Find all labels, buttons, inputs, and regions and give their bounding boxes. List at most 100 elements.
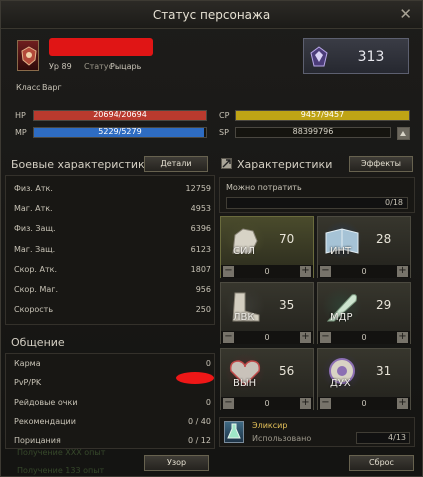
attribute-stepper: − 0 + [221,397,313,410]
social-value: 0 / 40 [187,416,211,426]
social-row: Карма 0 [14,355,211,374]
attribute-alloc-value: 0 [264,399,270,408]
status-label: Статус [84,62,113,71]
elixir-bar: 4/13 [356,432,410,444]
mp-bar: 5229/5279 [33,127,207,138]
decrease-button[interactable]: − [320,266,331,277]
character-header: Ур 89 Статус Рыцарь 313 [11,35,413,77]
social-value: 0 [205,359,211,368]
reset-button[interactable]: Сброс [349,455,414,471]
attribute-value: 31 [376,364,392,378]
attribute-tile[interactable]: ВЫН 56 − 0 + [220,348,314,410]
class-label: Класс [16,83,41,92]
social-panel: Карма 0 PvP/PK Рейдовые очки 0 Рекомендации 0 … [5,353,215,449]
decrease-button[interactable]: − [223,398,234,409]
effects-button[interactable]: Эффекты [349,156,413,172]
pattern-button[interactable]: Узор [144,455,209,471]
attribute-abbr: ДУХ [330,378,351,389]
decrease-button[interactable]: − [320,398,331,409]
attribute-tile[interactable]: ЛВК 35 − 0 + [220,282,314,344]
close-icon[interactable]: ✕ [399,5,412,23]
mp-label: MP [15,128,27,137]
elixir-panel: Эликсир Использовано 4/13 [219,417,415,447]
hp-label: HP [15,111,26,120]
class-value: Варг [42,83,62,92]
social-row: Рейдовые очки 0 [14,394,211,413]
character-status-window: Статус персонажа ✕ Ур 89 Статус Рыцарь 3… [0,0,423,477]
attributes-toggle-icon[interactable] [221,158,232,169]
combat-stat-row: Скор. Атк. 1807 [14,261,211,280]
attribute-tile[interactable]: МДР 29 − 0 + [317,282,411,344]
social-value: 0 [205,397,211,407]
class-portrait-icon [17,40,39,71]
attribute-tile[interactable]: ДУХ 31 − 0 + [317,348,411,410]
combat-stat-value: 956 [195,285,211,294]
attribute-stepper: − 0 + [221,265,313,278]
social-name: Карма [14,359,41,368]
combat-stat-value: 6396 [190,224,211,234]
sp-label: SP [219,128,229,137]
increase-button[interactable]: + [300,266,311,277]
attribute-abbr: ВЫН [233,378,257,389]
chat-line-2: Получение 133 опыт [17,466,105,475]
combat-stat-name: Физ. Атк. [14,184,53,193]
mp-text: 5229/5279 [98,127,142,136]
social-row: Рекомендации 0 / 40 [14,413,211,432]
attribute-tile[interactable]: СИЛ 70 − 0 + [220,216,314,278]
attributes-title: Характеристики [237,158,333,171]
combat-stats-panel: Физ. Атк. 12759 Маг. Атк. 4953 Физ. Защ. 6396… [5,175,215,325]
combat-stat-name: Маг. Атк. [14,204,53,214]
attribute-abbr: СИЛ [233,246,255,257]
character-name-redacted [49,38,153,56]
combat-stat-name: Скор. Атк. [14,264,57,274]
cp-text: 9457/9457 [300,110,345,119]
attribute-alloc-value: 0 [361,399,367,408]
attribute-alloc-value: 0 [264,267,270,276]
decrease-button[interactable]: − [223,266,234,277]
combat-stat-value: 4953 [190,204,211,214]
combat-stats-title: Боевые характеристики [11,158,152,171]
spend-value: 0/18 [385,198,403,207]
attribute-abbr: МДР [330,312,353,323]
increase-button[interactable]: + [300,398,311,409]
combat-stat-value: 1807 [190,264,211,274]
sp-info-icon[interactable] [397,127,410,140]
combat-stat-row: Маг. Защ. 6123 [14,241,211,260]
pvp-value-redacted [176,372,214,384]
attribute-stepper: − 0 + [221,331,313,344]
increase-button[interactable]: + [397,332,408,343]
sp-bar: 88399796 [235,127,391,138]
elixir-title: Эликсир [252,421,288,430]
elixir-label: Использовано [252,434,312,443]
attribute-tile[interactable]: ИНТ 28 − 0 + [317,216,411,278]
cp-label: CP [219,111,230,120]
combat-stat-row: Скорость 250 [14,301,211,320]
social-title: Общение [11,336,65,349]
social-name: PvP/PK [14,378,42,388]
combat-stat-name: Скор. Маг. [14,285,59,294]
cp-bar: 9457/9457 [235,110,410,121]
rank-emblem-icon [310,46,328,67]
window-title: Статус персонажа [152,8,271,22]
attribute-value: 70 [279,232,295,246]
spend-label: Можно потратить [226,183,302,192]
level-text: Ур 89 [49,62,72,71]
rank-panel: 313 [303,38,409,74]
hp-text: 20694/20694 [93,110,147,119]
decrease-button[interactable]: − [320,332,331,343]
attribute-alloc-value: 0 [361,333,367,342]
title-bar[interactable]: Статус персонажа ✕ [1,1,422,29]
attribute-value: 29 [376,298,392,312]
combat-stat-name: Физ. Защ. [14,224,56,234]
decrease-button[interactable]: − [223,332,234,343]
increase-button[interactable]: + [397,266,408,277]
rank-value: 313 [357,49,385,65]
details-button[interactable]: Детали [144,156,208,172]
increase-button[interactable]: + [397,398,408,409]
attribute-stepper: − 0 + [318,265,410,278]
increase-button[interactable]: + [300,332,311,343]
combat-stat-name: Маг. Защ. [14,244,56,254]
social-value: 0 / 12 [187,436,211,446]
spend-bar: 0/18 [226,197,408,209]
social-name: Рекомендации [14,416,76,426]
